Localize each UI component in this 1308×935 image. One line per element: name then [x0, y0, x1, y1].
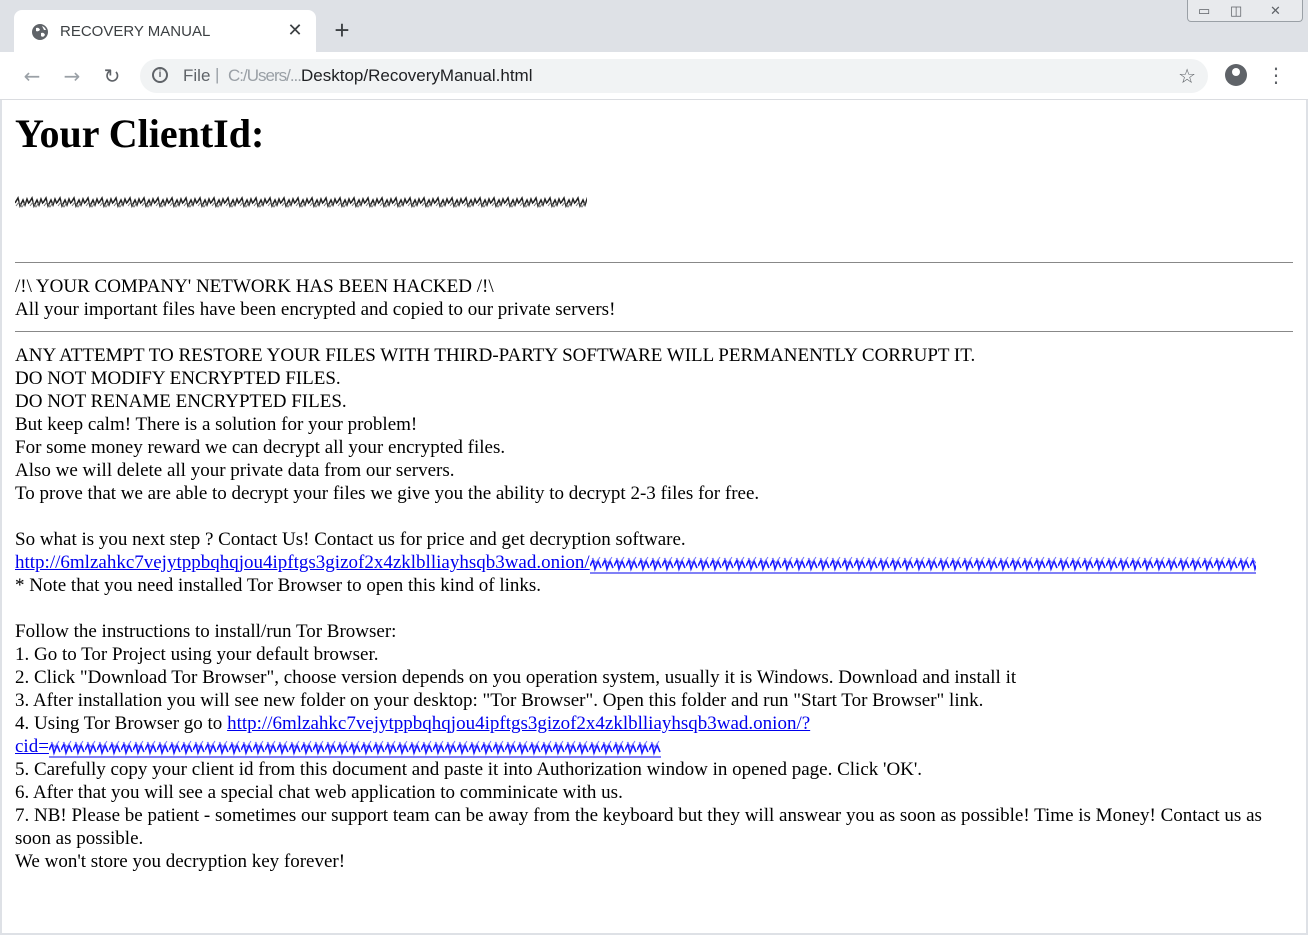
page-title: Your ClientId: [15, 111, 265, 156]
browser-tab[interactable]: RECOVERY MANUAL ✕ [14, 10, 316, 52]
profile-icon[interactable] [1225, 64, 1247, 86]
next-step-text: So what is you next step ? Contact Us! C… [15, 529, 686, 550]
onion-link[interactable]: http://6mlzahkc7vejytppbqhqjou4ipftgs3gi… [15, 552, 590, 573]
step-7: 7. NB! Please be patient - sometimes our… [15, 805, 1262, 849]
forward-arrow-icon[interactable]: → [60, 64, 84, 88]
warning-line: Also we will delete all your private dat… [15, 460, 455, 481]
divider [15, 331, 1293, 332]
instructions-title: Follow the instructions to install/run T… [15, 621, 397, 642]
onion-link-line: http://6mlzahkc7vejytppbqhqjou4ipftgs3gi… [15, 551, 1293, 574]
notice-body: All your important files have been encry… [15, 299, 616, 320]
reload-icon[interactable]: ↻ [100, 64, 124, 88]
globe-icon [32, 24, 48, 40]
warning-line: But keep calm! There is a solution for y… [15, 414, 418, 435]
step-4-continued: cid= [15, 735, 1293, 758]
star-icon[interactable]: ☆ [1178, 64, 1196, 88]
url-path: Desktop/RecoveryManual.html [301, 66, 533, 85]
page-viewport: Your ClientId: /!\ YOUR COMPANY' NETWORK… [2, 100, 1306, 933]
step-3: 3. After installation you will see new f… [15, 690, 984, 711]
closing-line: We won't store you decryption key foreve… [15, 851, 346, 872]
warning-line: To prove that we are able to decrypt you… [15, 483, 760, 504]
url-separator: | [215, 65, 220, 84]
redacted-link-tail [589, 553, 1256, 574]
notice-section: /!\ YOUR COMPANY' NETWORK HAS BEEN HACKE… [15, 275, 1293, 321]
minimize-icon[interactable]: ▭ [1198, 3, 1210, 19]
back-arrow-icon[interactable]: ← [20, 64, 44, 88]
ransom-note: Your ClientId: /!\ YOUR COMPANY' NETWORK… [15, 100, 1293, 873]
plus-icon[interactable]: + [330, 17, 354, 43]
window-close-icon[interactable]: ✕ [1270, 3, 1281, 19]
warning-line: DO NOT RENAME ENCRYPTED FILES. [15, 391, 347, 412]
maximize-icon[interactable]: ◫ [1230, 3, 1242, 19]
divider [15, 262, 1293, 263]
step-4-link[interactable]: http://6mlzahkc7vejytppbqhqjou4ipftgs3gi… [227, 713, 810, 734]
client-id-redacted [15, 194, 587, 210]
url-scheme: File [183, 66, 211, 85]
info-icon[interactable]: i [152, 67, 168, 83]
step-6: 6. After that you will see a special cha… [15, 782, 623, 803]
step-1: 1. Go to Tor Project using your default … [15, 644, 379, 665]
notice-title: /!\ YOUR COMPANY' NETWORK HAS BEEN HACKE… [15, 276, 494, 297]
title-bar: RECOVERY MANUAL ✕ + ▭ ◫ ✕ [0, 0, 1308, 52]
close-icon[interactable]: ✕ [286, 21, 304, 39]
step-5: 5. Carefully copy your client id from th… [15, 759, 923, 780]
window-controls: ▭ ◫ ✕ [1187, 0, 1303, 22]
instructions-section: ANY ATTEMPT TO RESTORE YOUR FILES WITH T… [15, 344, 1293, 873]
step-4: 4. Using Tor Browser go to http://6mlzah… [15, 712, 1293, 735]
step-4-link-cid[interactable]: cid= [15, 736, 49, 757]
tor-note: * Note that you need installed Tor Brows… [15, 575, 542, 596]
warning-line: ANY ATTEMPT TO RESTORE YOUR FILES WITH T… [15, 345, 976, 366]
step-4-prefix: 4. Using Tor Browser go to [15, 713, 228, 734]
url-redacted: C:/Users/... [228, 66, 302, 85]
browser-toolbar: ← → ↻ i File | C:/Users/...Desktop/Recov… [0, 52, 1308, 100]
warning-line: For some money reward we can decrypt all… [15, 437, 506, 458]
redacted-cid [48, 737, 661, 758]
kebab-menu-icon[interactable]: ⋮ [1266, 64, 1286, 88]
tab-title: RECOVERY MANUAL [60, 23, 211, 40]
address-bar[interactable]: i File | C:/Users/...Desktop/RecoveryMan… [140, 59, 1208, 93]
step-2: 2. Click "Download Tor Browser", choose … [15, 667, 1017, 688]
url-text: C:/Users/...Desktop/RecoveryManual.html [228, 66, 533, 86]
warning-line: DO NOT MODIFY ENCRYPTED FILES. [15, 368, 341, 389]
